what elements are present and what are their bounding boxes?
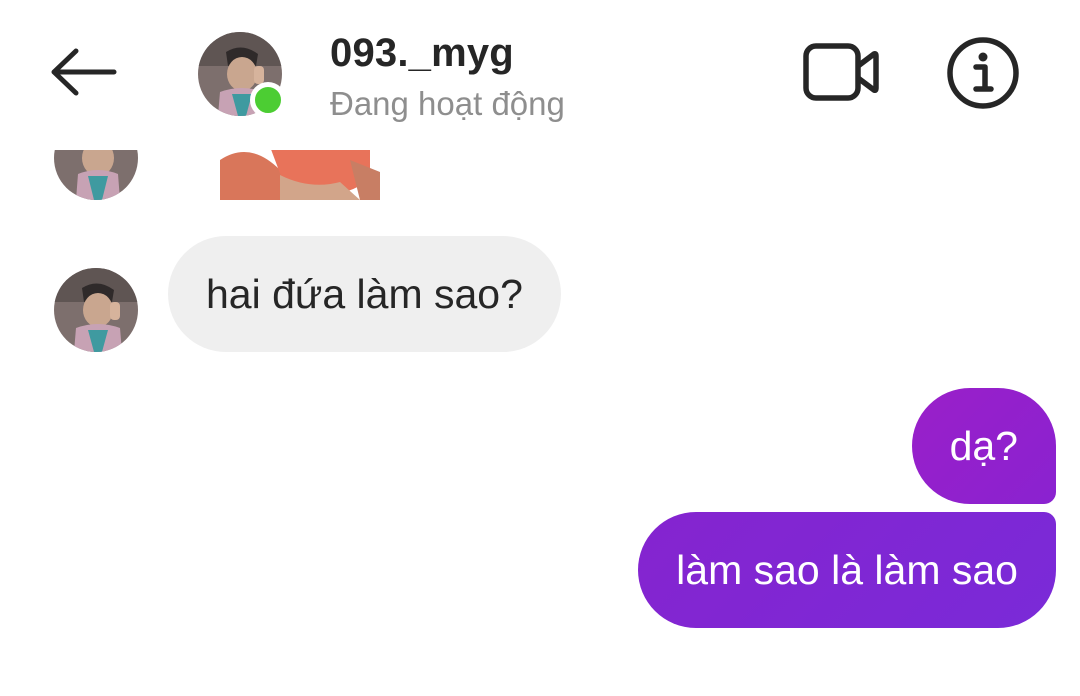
profile-avatar[interactable] xyxy=(198,32,286,118)
user-name: 093._myg xyxy=(330,31,514,75)
video-call-button[interactable] xyxy=(796,36,886,112)
message-text: làm sao là làm sao xyxy=(676,546,1018,593)
active-status: Đang hoạt động xyxy=(330,85,565,122)
conversation-title[interactable]: 093._myg Đang hoạt động xyxy=(330,30,565,126)
message-text: hai đứa làm sao? xyxy=(206,270,523,317)
chat-header: 093._myg Đang hoạt động xyxy=(0,0,1080,150)
outgoing-message-bubble[interactable]: dạ? xyxy=(911,388,1056,504)
back-button[interactable] xyxy=(40,36,126,112)
arrow-left-icon xyxy=(48,47,118,102)
info-button[interactable] xyxy=(940,32,1026,118)
outgoing-message-bubble[interactable]: làm sao là làm sao xyxy=(638,512,1056,628)
message-text: dạ? xyxy=(949,422,1018,469)
sender-avatar[interactable] xyxy=(54,268,138,352)
online-status-dot xyxy=(250,82,286,118)
info-icon xyxy=(945,35,1021,116)
video-camera-icon xyxy=(802,40,880,109)
incoming-message-bubble[interactable]: hai đứa làm sao? xyxy=(168,236,561,352)
